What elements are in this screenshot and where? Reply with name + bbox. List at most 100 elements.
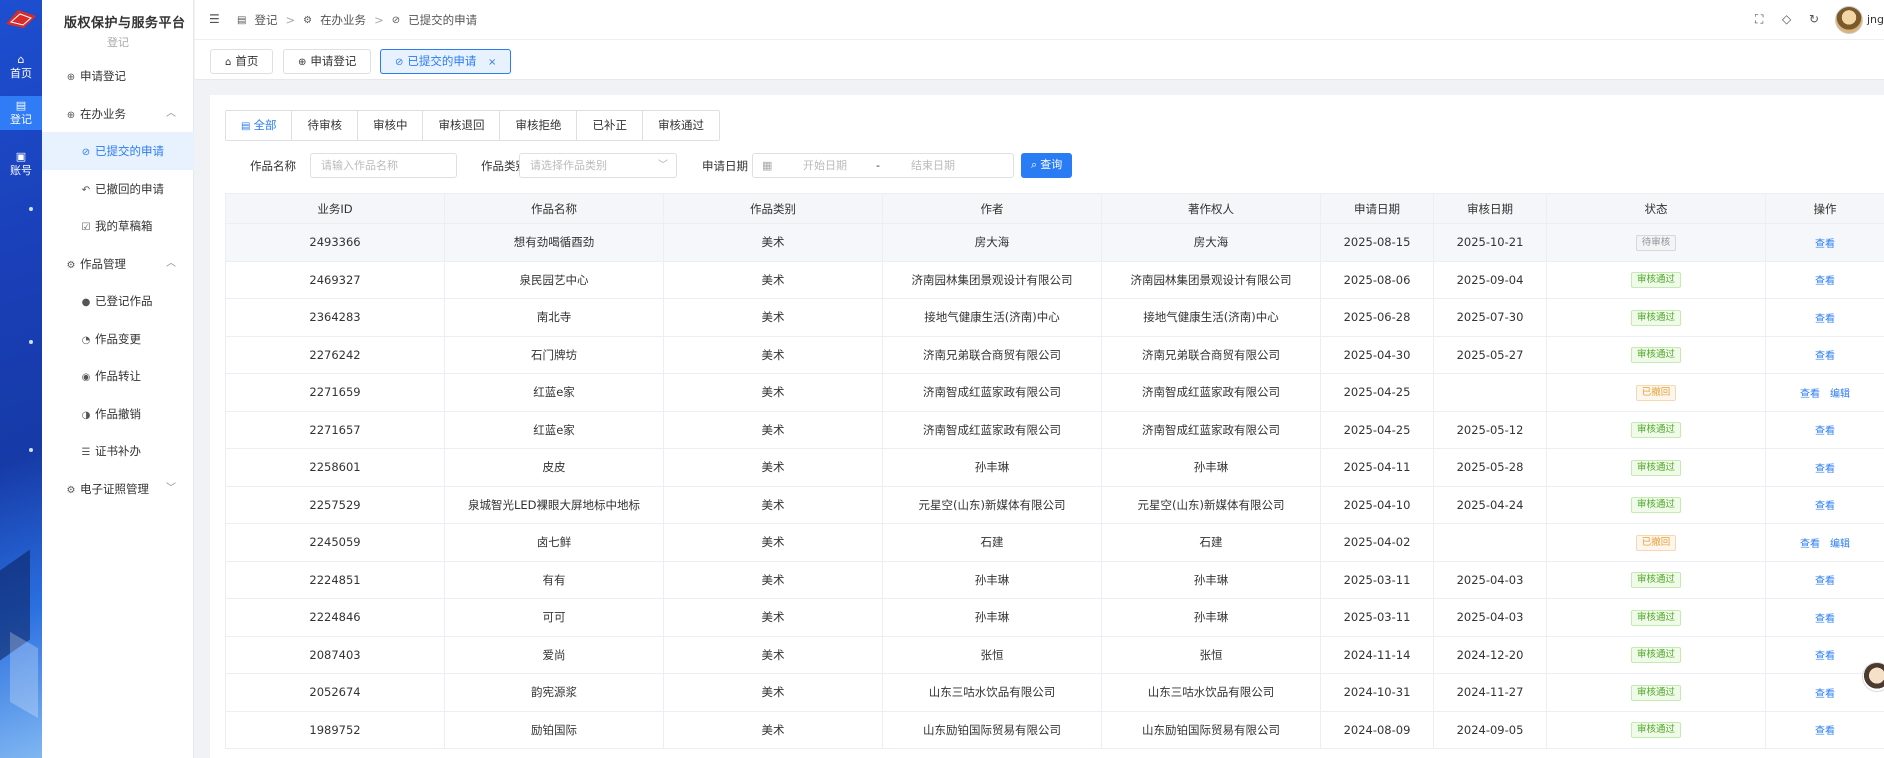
work-type-select[interactable]: 请选择作品类别 ﹀ xyxy=(519,153,677,178)
cell-review-date: 2025-05-28 xyxy=(1433,448,1547,487)
status-tab-corrected[interactable]: 已补正 xyxy=(577,111,643,140)
support-avatar[interactable] xyxy=(1862,662,1884,692)
breadcrumb-item[interactable]: 在办业务 xyxy=(320,12,366,28)
cell-owner: 孙丰琳 xyxy=(1101,561,1321,599)
cell-work-type: 美术 xyxy=(663,373,883,412)
gear-icon: ⚙ xyxy=(66,485,76,496)
sidebar: 版权保护与服务平台 登记 ⊕ 申请登记 ⊕ 在办业务 ︿ ⊘ 已提交的申请 ↶ 已撤回的… xyxy=(42,0,194,758)
close-icon[interactable]: × xyxy=(488,57,496,68)
cell-author: 石建 xyxy=(882,523,1102,562)
tab-apply[interactable]: ⊕ 申请登记 xyxy=(283,49,372,74)
menu-fold-icon[interactable]: ☰ xyxy=(209,12,220,26)
sidebar-item-e-license[interactable]: ⚙ 电子证照管理 ﹀ xyxy=(42,470,194,508)
status-tab-approved[interactable]: 审核通过 xyxy=(642,111,719,140)
work-name-input[interactable] xyxy=(310,153,457,178)
cell-owner: 张恒 xyxy=(1101,636,1321,674)
cell-work-name: 皮皮 xyxy=(444,448,664,487)
cell-work-type: 美术 xyxy=(663,223,883,262)
sidebar-item-drafts[interactable]: ☑ 我的草稿箱 xyxy=(42,207,194,245)
certificate-icon: ☰ xyxy=(81,447,91,458)
sidebar-item-apply[interactable]: ⊕ 申请登记 xyxy=(42,57,194,95)
edit-link[interactable]: 编辑 xyxy=(1830,539,1850,550)
cell-review-date xyxy=(1433,523,1547,562)
tab-home[interactable]: ⌂ 首页 xyxy=(210,49,274,74)
edit-link[interactable]: 编辑 xyxy=(1830,389,1850,400)
rail-item-register[interactable]: ▤ 登记 xyxy=(0,96,42,130)
view-link[interactable]: 查看 xyxy=(1815,239,1835,250)
cell-id: 1989752 xyxy=(225,711,445,749)
rail-dot xyxy=(29,448,33,452)
view-link[interactable]: 查看 xyxy=(1815,464,1835,475)
page-tabs-bar: ⌂ 首页 ⊕ 申请登记 ⊘ 已提交的申请 × xyxy=(195,40,1884,80)
calendar-icon: ▦ xyxy=(762,159,773,172)
view-link[interactable]: 查看 xyxy=(1815,351,1835,362)
cell-apply-date: 2024-08-09 xyxy=(1320,711,1434,749)
view-link[interactable]: 查看 xyxy=(1815,689,1835,700)
status-tab-returned[interactable]: 审核退回 xyxy=(423,111,501,140)
status-tabs: ▤ 全部 待审核 审核中 审核退回 审核拒绝 已补正 审核通过 xyxy=(225,110,720,141)
cell-owner: 济南智成红蓝家政有限公司 xyxy=(1101,373,1321,412)
transfer-icon: ◉ xyxy=(81,372,91,383)
status-tab-all[interactable]: ▤ 全部 xyxy=(226,111,293,140)
table-row: 2257529 泉城智光LED裸眼大屏地标中地标 美术 元星空(山东)新媒体有限公司元… xyxy=(225,486,1884,524)
table-row: 2224846 可可 美术 孙丰琳 孙丰琳 2025-03-11 2025-04-03 审核通… xyxy=(225,598,1884,637)
clear-icon[interactable]: ◇ xyxy=(1782,12,1791,26)
cell-work-type: 美术 xyxy=(663,411,883,449)
status-tab-reviewing[interactable]: 审核中 xyxy=(357,111,424,140)
sidebar-item-work-change[interactable]: ◔ 作品变更 xyxy=(42,320,194,358)
user-name[interactable]: jng xyxy=(1867,13,1884,26)
view-link[interactable]: 查看 xyxy=(1800,539,1820,550)
cell-owner: 孙丰琳 xyxy=(1101,448,1321,487)
sidebar-item-registered-works[interactable]: ● 已登记作品 xyxy=(42,282,194,320)
sidebar-item-withdrawn[interactable]: ↶ 已撤回的申请 xyxy=(42,170,194,208)
status-badge: 审核通过 xyxy=(1630,572,1681,589)
cell-actions: 查看 编辑 xyxy=(1765,373,1884,412)
cell-apply-date: 2025-04-30 xyxy=(1320,336,1434,374)
cell-owner: 济南智成红蓝家政有限公司 xyxy=(1101,411,1321,449)
user-avatar[interactable] xyxy=(1835,6,1863,34)
date-start-input[interactable]: 开始日期 xyxy=(803,154,847,177)
cell-work-type: 美术 xyxy=(663,261,883,299)
apply-date-range[interactable]: ▦ 开始日期 - 结束日期 xyxy=(752,153,1014,178)
status-tab-pending[interactable]: 待审核 xyxy=(292,111,358,140)
tab-submitted[interactable]: ⊘ 已提交的申请 × xyxy=(380,49,512,74)
sidebar-item-submitted[interactable]: ⊘ 已提交的申请 xyxy=(42,132,194,170)
view-link[interactable]: 查看 xyxy=(1800,389,1820,400)
home-icon: ⌂ xyxy=(17,53,25,66)
view-link[interactable]: 查看 xyxy=(1815,426,1835,437)
fullscreen-icon[interactable]: ⛶ xyxy=(1755,12,1763,27)
view-link[interactable]: 查看 xyxy=(1815,276,1835,287)
view-link[interactable]: 查看 xyxy=(1815,726,1835,737)
search-button[interactable]: ⌕ 查询 xyxy=(1021,153,1073,178)
view-link[interactable]: 查看 xyxy=(1815,576,1835,587)
cell-actions: 查看 xyxy=(1765,336,1884,374)
view-link[interactable]: 查看 xyxy=(1815,651,1835,662)
sidebar-item-work-transfer[interactable]: ◉ 作品转让 xyxy=(42,357,194,395)
cell-status: 已撤回 xyxy=(1546,523,1766,562)
breadcrumb-item[interactable]: 登记 xyxy=(254,12,277,28)
table-row: 2271657 红蓝e家 美术 济南智成红蓝家政有限公司 济南智成红蓝家政有限公司 202… xyxy=(225,411,1884,449)
view-link[interactable]: 查看 xyxy=(1815,614,1835,625)
date-end-input[interactable]: 结束日期 xyxy=(911,154,955,177)
status-badge: 审核通过 xyxy=(1630,459,1681,476)
cell-review-date: 2024-11-27 xyxy=(1433,673,1547,712)
view-link[interactable]: 查看 xyxy=(1815,501,1835,512)
rail-item-home[interactable]: ⌂ 首页 xyxy=(0,50,42,84)
cell-owner: 山东三咕水饮品有限公司 xyxy=(1101,673,1321,712)
cell-review-date: 2025-05-12 xyxy=(1433,411,1547,449)
sidebar-item-certificate-reissue[interactable]: ☰ 证书补办 xyxy=(42,432,194,470)
view-link[interactable]: 查看 xyxy=(1815,314,1835,325)
cell-apply-date: 2025-08-15 xyxy=(1320,223,1434,262)
sidebar-item-in-progress[interactable]: ⊕ 在办业务 ︿ xyxy=(42,95,194,133)
status-tab-rejected[interactable]: 审核拒绝 xyxy=(500,111,578,140)
table-header-row: 业务ID 作品名称 作品类别 作者 著作权人 申请日期 审核日期 状态 操作 xyxy=(225,193,1884,224)
rail-item-account[interactable]: ▣ 账号 xyxy=(0,147,42,181)
cell-review-date: 2025-05-27 xyxy=(1433,336,1547,374)
sidebar-item-work-revoke[interactable]: ◑ 作品撤销 xyxy=(42,395,194,433)
cell-id: 2087403 xyxy=(225,636,445,674)
cell-apply-date: 2025-06-28 xyxy=(1320,298,1434,337)
cell-work-name: 红蓝e家 xyxy=(444,373,664,412)
sidebar-item-works[interactable]: ⚙ 作品管理 ︿ xyxy=(42,245,194,283)
refresh-icon[interactable]: ↻ xyxy=(1809,12,1819,26)
cell-apply-date: 2024-11-14 xyxy=(1320,636,1434,674)
